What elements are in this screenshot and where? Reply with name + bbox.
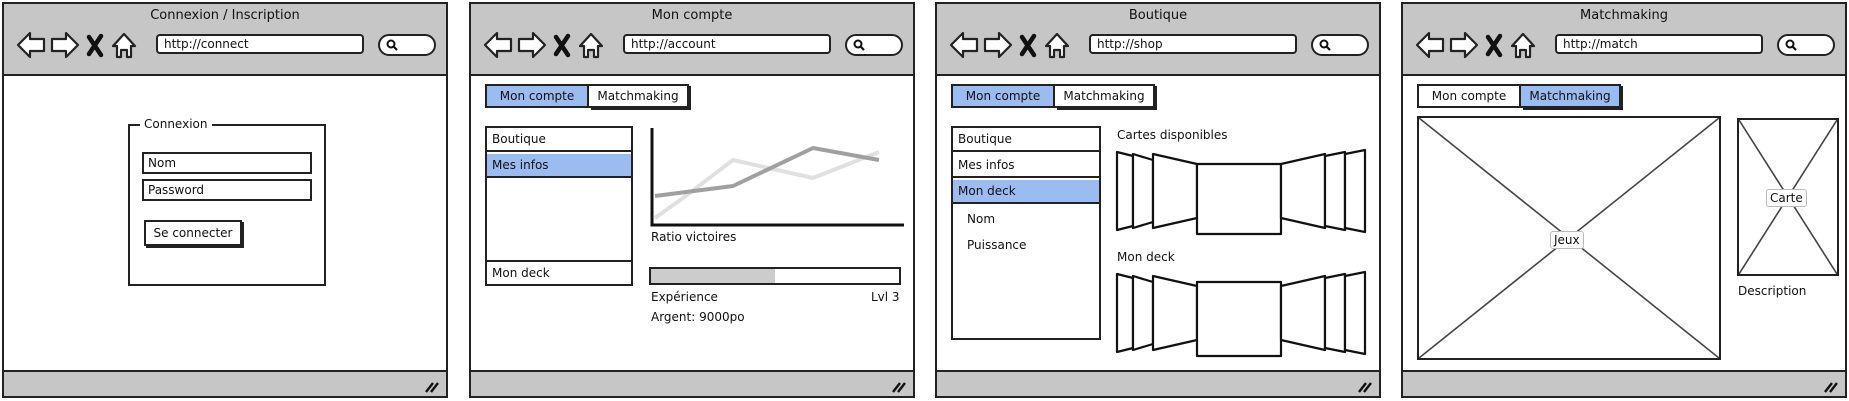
xp-progress-fill <box>651 269 775 283</box>
forward-arrow-icon[interactable] <box>983 31 1013 59</box>
browser-chrome: Matchmaking http://match <box>1403 4 1845 76</box>
close-x-icon[interactable] <box>1485 33 1503 58</box>
menu-item-boutique[interactable]: Boutique <box>487 128 631 152</box>
search-icon <box>386 39 398 51</box>
window-shop: Boutique http://shop Mon compte Matchmak… <box>935 2 1381 398</box>
menu-item-mes-infos[interactable]: Mes infos <box>953 154 1099 178</box>
card-label: Carte <box>1766 189 1807 207</box>
back-arrow-icon[interactable] <box>949 31 979 59</box>
tab-bar: Mon compte Matchmaking <box>485 84 689 108</box>
ratio-chart <box>650 128 904 227</box>
back-arrow-icon[interactable] <box>16 31 46 59</box>
tab-mon-compte[interactable]: Mon compte <box>951 84 1055 108</box>
my-deck-label: Mon deck <box>1117 250 1175 264</box>
search-box[interactable] <box>1311 34 1369 56</box>
search-icon <box>1785 39 1797 51</box>
home-icon[interactable] <box>578 32 604 59</box>
browser-chrome: Boutique http://shop <box>937 4 1379 76</box>
close-x-icon[interactable] <box>86 33 104 58</box>
tab-bar: Mon compte Matchmaking <box>1417 84 1621 108</box>
url-bar[interactable]: http://account <box>623 34 831 54</box>
xp-label: Expérience <box>651 290 718 304</box>
forward-arrow-icon[interactable] <box>517 31 547 59</box>
chart-axes <box>650 128 904 227</box>
status-bar <box>4 370 446 396</box>
nav-buttons <box>1415 31 1536 59</box>
window-title: Mon compte <box>651 8 733 23</box>
game-label: Jeux <box>1550 231 1584 249</box>
nav-buttons <box>483 31 604 59</box>
menu-item-boutique[interactable]: Boutique <box>953 128 1099 152</box>
menu-subitem-nom[interactable]: Nom <box>953 208 1099 232</box>
window-connexion: Connexion / Inscription http://connect C… <box>2 2 448 398</box>
search-box[interactable] <box>378 34 436 56</box>
resize-grip-icon[interactable] <box>891 379 907 393</box>
home-icon[interactable] <box>1044 32 1070 59</box>
tab-bar: Mon compte Matchmaking <box>951 84 1155 108</box>
side-menu: Boutique Mes infos Mon deck <box>485 126 633 286</box>
xp-progress-bar <box>649 267 901 285</box>
nav-buttons <box>949 31 1070 59</box>
back-arrow-icon[interactable] <box>1415 31 1445 59</box>
window-matchmaking: Matchmaking http://match Mon compte Matc… <box>1401 2 1847 398</box>
menu-item-mon-deck[interactable]: Mon deck <box>487 260 631 284</box>
tab-mon-compte[interactable]: Mon compte <box>1417 84 1521 108</box>
window-account: Mon compte http://account Mon compte Mat… <box>469 2 915 398</box>
status-bar <box>1403 370 1845 396</box>
search-icon <box>853 39 865 51</box>
chart-caption: Ratio victoires <box>651 230 737 244</box>
search-icon <box>1319 39 1331 51</box>
url-bar[interactable]: http://shop <box>1089 34 1297 54</box>
side-menu: Boutique Mes infos Mon deck Nom Puissanc… <box>951 126 1101 340</box>
home-icon[interactable] <box>1510 32 1536 59</box>
window-title: Boutique <box>1128 8 1188 23</box>
window-title: Connexion / Inscription <box>150 8 300 23</box>
browser-chrome: Connexion / Inscription http://connect <box>4 4 446 76</box>
forward-arrow-icon[interactable] <box>1449 31 1479 59</box>
description-label: Description <box>1738 284 1807 298</box>
window-title: Matchmaking <box>1580 8 1668 23</box>
tab-matchmaking[interactable]: Matchmaking <box>1055 84 1155 108</box>
nav-buttons <box>16 31 137 59</box>
tab-matchmaking[interactable]: Matchmaking <box>589 84 689 108</box>
cover-flow-deck[interactable] <box>1115 268 1371 358</box>
series-dark <box>654 146 880 198</box>
close-x-icon[interactable] <box>553 33 571 58</box>
search-box[interactable] <box>1777 34 1835 56</box>
browser-chrome: Mon compte http://account <box>471 4 913 76</box>
close-x-icon[interactable] <box>1019 33 1037 58</box>
available-cards-label: Cartes disponibles <box>1117 128 1228 142</box>
cover-flow-available[interactable] <box>1115 146 1371 236</box>
url-bar[interactable]: http://match <box>1555 34 1763 54</box>
name-field[interactable]: Nom <box>142 152 312 174</box>
status-bar <box>937 370 1379 396</box>
url-bar[interactable]: http://connect <box>156 34 364 54</box>
series-light <box>653 150 880 220</box>
money-label: Argent: 9000po <box>651 310 745 324</box>
resize-grip-icon[interactable] <box>1357 379 1373 393</box>
password-field[interactable]: Password <box>142 179 312 201</box>
tab-matchmaking[interactable]: Matchmaking <box>1521 84 1621 108</box>
menu-item-mes-infos[interactable]: Mes infos <box>487 154 631 178</box>
menu-subitem-puissance[interactable]: Puissance <box>953 234 1099 258</box>
login-fieldset: Connexion <box>128 117 326 286</box>
home-icon[interactable] <box>111 32 137 59</box>
level-label: Lvl 3 <box>871 290 900 304</box>
status-bar <box>471 370 913 396</box>
fieldset-legend: Connexion <box>140 117 212 131</box>
resize-grip-icon[interactable] <box>1823 379 1839 393</box>
menu-item-mon-deck[interactable]: Mon deck <box>953 180 1099 204</box>
forward-arrow-icon[interactable] <box>50 31 80 59</box>
login-button[interactable]: Se connecter <box>144 220 242 246</box>
tab-mon-compte[interactable]: Mon compte <box>485 84 589 108</box>
back-arrow-icon[interactable] <box>483 31 513 59</box>
search-box[interactable] <box>845 34 903 56</box>
resize-grip-icon[interactable] <box>424 379 440 393</box>
